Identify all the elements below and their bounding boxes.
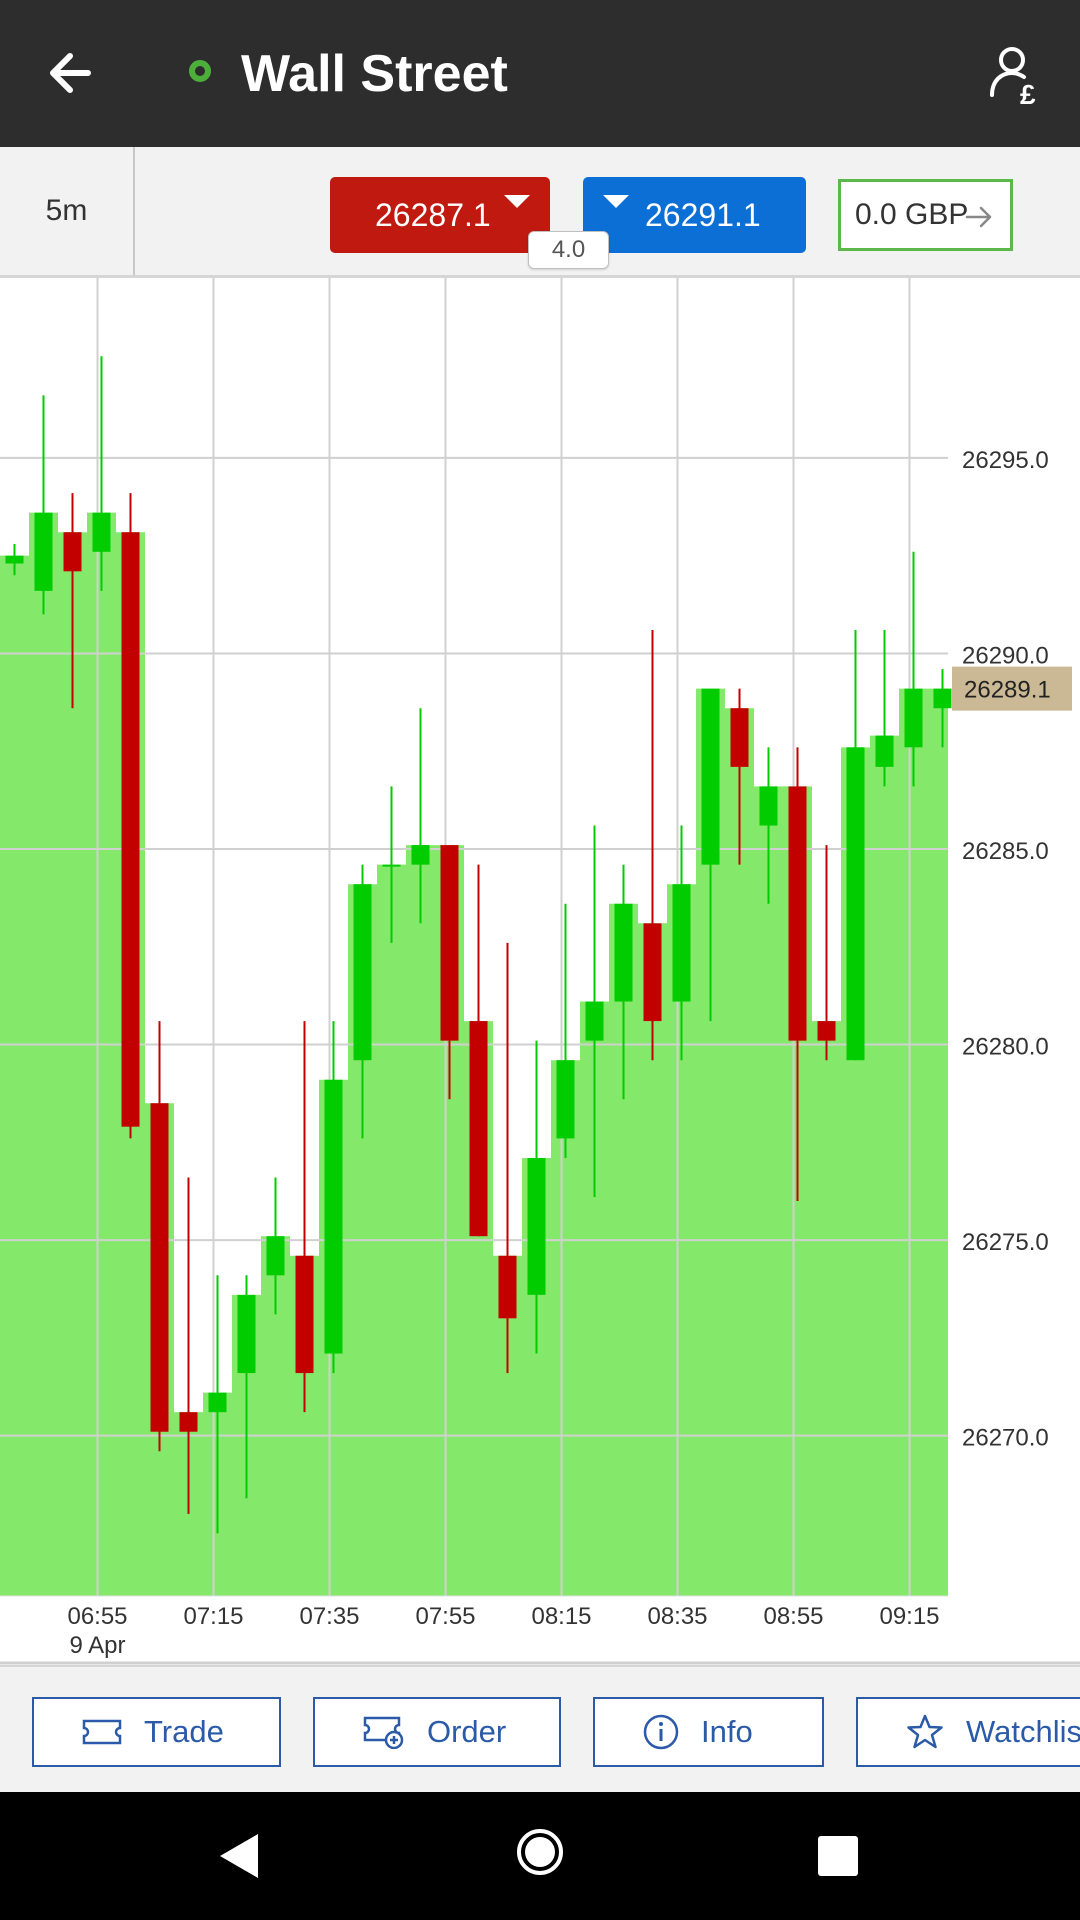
candle-body <box>121 532 140 1127</box>
nav-home-icon[interactable] <box>514 1826 566 1878</box>
candle-body <box>92 512 111 552</box>
buy-button[interactable]: 26291.1 <box>583 177 806 253</box>
candle-body <box>788 786 807 1041</box>
action-bar: Trade Order Info Watchlist <box>0 1665 1080 1792</box>
app-header: Wall Street £ <box>0 0 1080 147</box>
trade-button[interactable]: Trade <box>32 1697 281 1767</box>
y-tick-label: 26280.0 <box>962 1034 1049 1061</box>
market-status-dot <box>189 60 211 82</box>
candle-body <box>266 1236 285 1276</box>
watchlist-label: Watchlist <box>966 1714 1080 1749</box>
candle-body <box>933 688 952 709</box>
arrow-right-icon <box>965 206 992 228</box>
info-label: Info <box>701 1714 753 1749</box>
current-price-label: 26289.1 <box>964 677 1051 704</box>
candle-body <box>875 735 894 767</box>
account-button[interactable]: £ <box>984 40 1054 110</box>
back-button[interactable] <box>40 38 110 108</box>
nav-back-icon[interactable] <box>218 1832 260 1880</box>
x-tick-label: 09:15 <box>879 1603 939 1630</box>
svg-text:£: £ <box>1020 79 1036 110</box>
candle-body <box>672 884 691 1002</box>
price-chart[interactable]: 26295.0 26290.0 26285.0 26280.0 26275.0 26270… <box>0 278 1080 1665</box>
y-tick-label: 26290.0 <box>962 642 1049 669</box>
candle-body <box>150 1103 169 1432</box>
candle-body <box>353 884 372 1061</box>
candle-body <box>846 747 865 1061</box>
x-tick-label: 08:15 <box>531 1603 591 1630</box>
instrument-title: Wall Street <box>241 45 508 103</box>
candle-body <box>237 1294 256 1374</box>
candle-body <box>759 786 778 826</box>
spread-badge: 4.0 <box>528 231 609 269</box>
candle-body <box>556 1060 575 1139</box>
x-tick-label: 07:15 <box>183 1603 243 1630</box>
y-tick-label: 26270.0 <box>962 1425 1049 1452</box>
candle-body <box>614 903 633 1002</box>
watchlist-button[interactable]: Watchlist <box>856 1697 1080 1767</box>
profit-loss-value: 0.0 GBP <box>855 198 969 231</box>
user-pound-icon: £ <box>990 47 1036 110</box>
x-tick-date-label: 9 Apr <box>69 1632 125 1659</box>
candle-body <box>411 845 430 865</box>
y-tick-label: 26285.0 <box>962 838 1049 865</box>
candle-body <box>469 1021 488 1237</box>
candle-body <box>904 688 923 748</box>
x-tick-label: 06:55 <box>67 1603 127 1630</box>
candle-body <box>440 845 459 1041</box>
candlestick-chart[interactable]: 26295.0 26290.0 26285.0 26280.0 26275.0 26270… <box>0 278 1080 1665</box>
candle-body <box>701 688 720 865</box>
candle-body <box>527 1157 546 1295</box>
candle-body <box>643 923 662 1022</box>
x-tick-label: 08:35 <box>647 1603 707 1630</box>
candle-body <box>817 1021 836 1041</box>
order-label: Order <box>427 1714 507 1749</box>
candle-body <box>382 864 401 867</box>
down-triangle-icon <box>504 195 530 208</box>
system-nav-bar <box>0 1792 1080 1920</box>
candle-body <box>730 708 749 767</box>
order-button[interactable]: Order <box>313 1697 561 1767</box>
candle-body <box>295 1255 314 1374</box>
x-tick-label: 07:35 <box>299 1603 359 1630</box>
info-button[interactable]: Info <box>593 1697 824 1767</box>
y-tick-label: 26295.0 <box>962 447 1049 474</box>
candle-body <box>208 1392 227 1413</box>
sell-price: 26287.1 <box>375 196 491 233</box>
star-icon <box>907 1714 943 1749</box>
x-tick-label: 07:55 <box>415 1603 475 1630</box>
ticket-icon <box>82 1719 122 1745</box>
x-tick-label: 08:55 <box>763 1603 823 1630</box>
candle-body <box>63 532 82 572</box>
info-icon <box>643 1714 679 1750</box>
buy-price: 26291.1 <box>645 196 761 233</box>
candle-body <box>5 555 24 564</box>
sell-button[interactable]: 26287.1 <box>330 177 550 253</box>
candle-body <box>585 1001 604 1041</box>
y-tick-label: 26275.0 <box>962 1229 1049 1256</box>
timeframe-selector[interactable]: 5m <box>0 147 135 275</box>
price-bar: 5m 26287.1 26291.1 4.0 0.0 GBP <box>0 147 1080 278</box>
candle-body <box>324 1079 343 1354</box>
trade-label: Trade <box>144 1714 224 1749</box>
arrow-left-icon <box>50 53 91 93</box>
nav-recent-icon[interactable] <box>818 1836 858 1876</box>
order-ticket-icon <box>363 1716 404 1749</box>
down-triangle-icon <box>603 195 629 208</box>
candle-body <box>34 512 53 591</box>
candle-body <box>498 1255 517 1319</box>
candle-body <box>179 1412 198 1432</box>
profit-loss-box[interactable]: 0.0 GBP <box>838 179 1013 251</box>
